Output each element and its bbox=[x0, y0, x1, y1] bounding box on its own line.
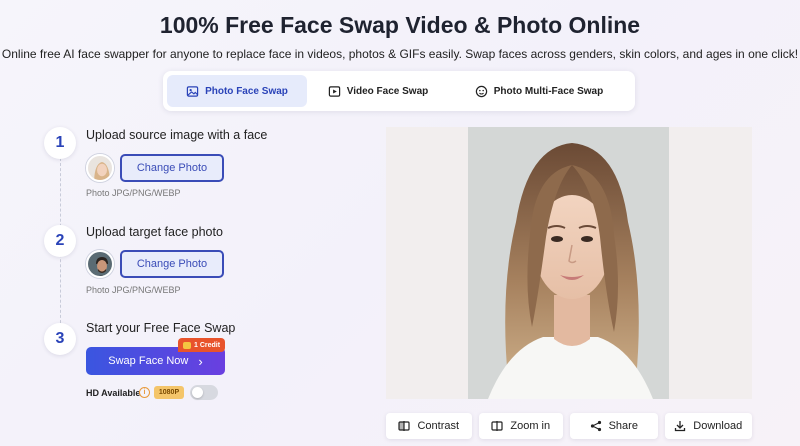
step-title-1: Upload source image with a face bbox=[86, 128, 268, 142]
page-subtitle: Online free AI face swapper for anyone t… bbox=[1, 47, 799, 61]
tab-photo-face-swap[interactable]: Photo Face Swap bbox=[167, 75, 307, 107]
action-label: Download bbox=[693, 420, 743, 432]
change-source-photo-button[interactable]: Change Photo bbox=[120, 154, 224, 182]
resolution-badge: 1080P bbox=[154, 386, 184, 399]
swap-button-label: Swap Face Now bbox=[108, 355, 189, 367]
share-icon bbox=[590, 420, 601, 432]
video-icon bbox=[328, 85, 340, 97]
tab-photo-multi-face-swap[interactable]: Photo Multi-Face Swap bbox=[449, 75, 629, 107]
avatar bbox=[88, 156, 112, 180]
preview-photo bbox=[468, 127, 669, 399]
file-type-hint: Photo JPG/PNG/WEBP bbox=[86, 188, 181, 198]
image-icon bbox=[186, 85, 199, 97]
chevron-right-icon: › bbox=[198, 353, 203, 369]
action-label: Zoom in bbox=[510, 420, 551, 432]
tab-label: Photo Face Swap bbox=[205, 85, 288, 97]
credit-label: 1 Credit bbox=[194, 341, 221, 349]
step-title-3: Start your Free Face Swap bbox=[86, 321, 236, 335]
target-face-thumbnail[interactable] bbox=[86, 250, 114, 278]
avatar bbox=[88, 252, 112, 276]
coin-icon bbox=[183, 341, 191, 349]
preview-actions: Contrast Zoom in Share Download bbox=[386, 413, 753, 439]
toggle-knob bbox=[192, 387, 203, 398]
change-target-photo-button[interactable]: Change Photo bbox=[120, 250, 224, 278]
portrait-image bbox=[468, 127, 669, 399]
zoom-in-button[interactable]: Zoom in bbox=[478, 413, 564, 439]
preview-area bbox=[386, 127, 752, 399]
source-face-thumbnail[interactable] bbox=[86, 154, 114, 182]
step-number-1: 1 bbox=[44, 127, 76, 159]
step-number-3: 3 bbox=[44, 323, 76, 355]
tab-label: Video Face Swap bbox=[346, 85, 429, 97]
multi-face-icon bbox=[475, 85, 487, 97]
action-label: Contrast bbox=[417, 420, 460, 432]
download-button[interactable]: Download bbox=[664, 413, 753, 439]
contrast-icon bbox=[398, 421, 411, 431]
tab-label: Photo Multi-Face Swap bbox=[493, 85, 604, 97]
credit-badge: 1 Credit bbox=[178, 338, 226, 352]
share-button[interactable]: Share bbox=[570, 413, 658, 439]
action-label: Share bbox=[608, 420, 638, 432]
tab-video-face-swap[interactable]: Video Face Swap bbox=[307, 75, 449, 107]
info-icon[interactable]: i bbox=[139, 387, 150, 398]
step-number-2: 2 bbox=[44, 225, 76, 257]
hd-available-label: HD Available bbox=[86, 388, 141, 398]
step-title-2: Upload target face photo bbox=[86, 225, 223, 239]
file-type-hint: Photo JPG/PNG/WEBP bbox=[86, 285, 181, 295]
hd-toggle[interactable] bbox=[190, 385, 218, 400]
page-title: 100% Free Face Swap Video & Photo Online bbox=[159, 12, 641, 38]
mode-tabs: Photo Face Swap Video Face Swap Photo Mu… bbox=[163, 71, 635, 111]
contrast-button[interactable]: Contrast bbox=[386, 413, 472, 439]
download-icon bbox=[675, 421, 686, 432]
zoom-in-icon bbox=[491, 421, 503, 431]
